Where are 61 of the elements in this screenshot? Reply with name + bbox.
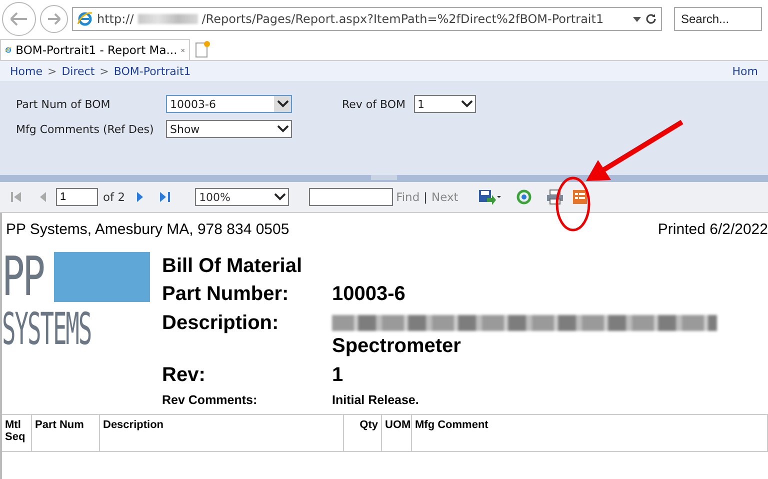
company-logo: PP SYSTEMS (2, 252, 162, 410)
field-value: 1 (332, 363, 344, 388)
previous-page-icon[interactable] (38, 191, 48, 203)
save-icon[interactable] (478, 189, 502, 205)
breadcrumb-link[interactable]: BOM-Portrait1 (114, 64, 191, 78)
column-header: Qty (344, 415, 382, 452)
refresh-icon[interactable] (645, 13, 657, 25)
dropdown[interactable]: 1 (414, 95, 476, 113)
redacted-text (138, 14, 198, 24)
back-button[interactable] (2, 2, 36, 36)
field-label: Rev: (162, 363, 206, 388)
search-field[interactable]: Search... (674, 7, 762, 31)
field-value: Spectrometer (332, 334, 462, 359)
caret-icon (274, 193, 286, 201)
breadcrumb-link[interactable]: Home (10, 64, 42, 78)
forward-button[interactable] (40, 5, 68, 33)
next-page-icon[interactable] (135, 191, 146, 203)
field-label: Part Number: (162, 282, 290, 307)
report-title: Bill Of Material (162, 254, 304, 279)
address-bar[interactable]: http:// /Reports/Pages/Report.aspx?ItemPath=%2fDirect%2fBOM-Portrait1 (72, 7, 662, 31)
collapse-handle[interactable] (371, 175, 397, 180)
parameter-label: Part Num of BOM (16, 96, 112, 112)
separator: > (100, 64, 109, 78)
field-label: Rev Comments: (162, 392, 258, 409)
browser-logo-icon (77, 11, 93, 27)
browser-tab[interactable]: BOM-Portrait1 - Report Ma... (0, 39, 190, 60)
column-header: Mfg Comment (412, 415, 768, 452)
caret-icon (460, 100, 472, 108)
dropdown[interactable]: Show (166, 120, 292, 138)
highlight-circle (556, 176, 590, 232)
url-text: http:// (97, 12, 134, 26)
field-label: Description: (162, 311, 280, 336)
column-header: Mtl Seq (2, 415, 32, 452)
last-page-icon[interactable] (159, 191, 172, 203)
url-text: /Reports/Pages/Report.aspx?ItemPath=%2fDirect%2fBOM-Portrait1 (202, 12, 605, 26)
find-field[interactable] (309, 188, 394, 206)
caret-icon (276, 100, 288, 108)
forward-arrow-icon (46, 12, 62, 26)
back-arrow-icon (9, 11, 29, 27)
dropdown[interactable]: 10003-6 (166, 95, 292, 113)
separator: > (47, 64, 57, 78)
column-header: Description (100, 415, 344, 452)
page-number-field[interactable]: 1 (56, 188, 98, 206)
caret-icon (276, 125, 288, 133)
printed-date: Printed 6/2/2022 (658, 221, 768, 238)
company-header: PP Systems, Amesbury MA, 978 834 0505 (6, 221, 290, 238)
report-icon[interactable] (572, 189, 588, 205)
field-value: Initial Release. (332, 392, 420, 409)
parameter-label: Rev of BOM (342, 96, 406, 112)
column-header: UOM (382, 415, 412, 452)
field-value: 10003-6 (332, 282, 406, 307)
page-count: of 2 (103, 190, 126, 204)
cut-off-link[interactable]: Hom (732, 64, 758, 78)
column-header: Part Num (32, 415, 100, 452)
parameter-label: Mfg Comments (Ref Des) (16, 122, 155, 138)
first-page-icon[interactable] (10, 191, 22, 203)
printer-icon[interactable] (546, 189, 564, 205)
breadcrumb-link[interactable]: Direct (62, 64, 95, 78)
zoom-dropdown[interactable]: 100% (195, 188, 290, 206)
separator: | (424, 190, 428, 204)
dropdown-icon (633, 16, 641, 22)
